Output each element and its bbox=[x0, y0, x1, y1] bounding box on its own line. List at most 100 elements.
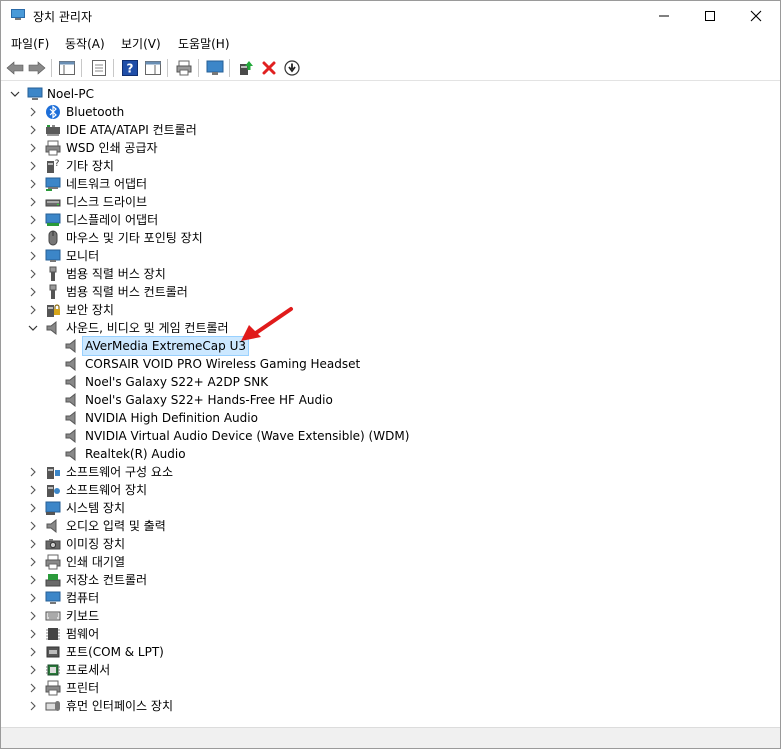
tree-device-row[interactable]: CORSAIR VOID PRO Wireless Gaming Headset bbox=[2, 355, 422, 373]
tree-category-row[interactable]: 범용 직렬 버스 장치 bbox=[2, 265, 402, 283]
tree-category-row[interactable]: 범용 직렬 버스 컨트롤러 bbox=[2, 283, 402, 301]
chevron-right-icon[interactable] bbox=[28, 683, 38, 693]
scan-hardware-button[interactable] bbox=[205, 58, 225, 78]
chevron-right-icon[interactable] bbox=[28, 179, 38, 189]
tree-device-row[interactable]: NVIDIA Virtual Audio Device (Wave Extens… bbox=[2, 427, 422, 445]
chevron-right-icon[interactable] bbox=[28, 467, 38, 477]
tree-category-row[interactable]: 프로세서 bbox=[2, 661, 402, 679]
tree-device-row[interactable]: Noel's Galaxy S22+ Hands-Free HF Audio bbox=[2, 391, 422, 409]
chevron-right-icon[interactable] bbox=[28, 197, 38, 207]
tree-category-row[interactable]: 펌웨어 bbox=[2, 625, 402, 643]
chevron-right-icon[interactable] bbox=[28, 269, 38, 279]
back-button[interactable] bbox=[5, 58, 25, 78]
tree-category-label: 펌웨어 bbox=[66, 627, 100, 641]
chevron-right-icon[interactable] bbox=[28, 629, 38, 639]
chevron-right-icon[interactable] bbox=[28, 305, 38, 315]
chevron-right-icon[interactable] bbox=[28, 557, 38, 567]
chevron-right-icon[interactable] bbox=[28, 593, 38, 603]
menu-view[interactable]: 보기(V) bbox=[121, 35, 161, 52]
usb-icon bbox=[45, 284, 61, 300]
chevron-right-icon[interactable] bbox=[28, 539, 38, 549]
toolbar-separator bbox=[81, 59, 82, 77]
chevron-right-icon[interactable] bbox=[28, 575, 38, 585]
tree-category-row[interactable]: 네트워크 어댑터 bbox=[2, 175, 402, 193]
tree-category-label: 네트워크 어댑터 bbox=[66, 177, 148, 191]
tree-category-row[interactable]: 인쇄 대기열 bbox=[2, 553, 402, 571]
tree-category-row[interactable]: 마우스 및 기타 포인팅 장치 bbox=[2, 229, 402, 247]
chevron-down-icon[interactable] bbox=[28, 323, 38, 333]
forward-button[interactable] bbox=[27, 58, 47, 78]
tree-category-row[interactable]: ? 기타 장치 bbox=[2, 157, 402, 175]
chevron-right-icon[interactable] bbox=[28, 521, 38, 531]
print-button[interactable] bbox=[174, 58, 194, 78]
chevron-down-icon[interactable] bbox=[10, 89, 20, 99]
chevron-right-icon[interactable] bbox=[28, 143, 38, 153]
tree-device-label: CORSAIR VOID PRO Wireless Gaming Headset bbox=[85, 357, 361, 371]
tree-category-row[interactable]: 오디오 입력 및 출력 bbox=[2, 517, 402, 535]
tree-device-row[interactable]: Realtek(R) Audio bbox=[2, 445, 422, 463]
chevron-right-icon[interactable] bbox=[28, 701, 38, 711]
software-device-icon bbox=[45, 482, 61, 498]
help-button[interactable]: ? bbox=[120, 58, 140, 78]
tree-category-row[interactable]: 포트(COM & LPT) bbox=[2, 643, 402, 661]
chevron-right-icon[interactable] bbox=[28, 233, 38, 243]
ide-controller-icon bbox=[45, 122, 61, 138]
maximize-icon bbox=[705, 11, 715, 21]
tree-category-label: 디스플레이 어댑터 bbox=[66, 213, 159, 227]
chevron-right-icon[interactable] bbox=[28, 611, 38, 621]
minimize-button[interactable] bbox=[641, 1, 687, 31]
action-pane-button[interactable] bbox=[143, 58, 163, 78]
chevron-right-icon[interactable] bbox=[28, 647, 38, 657]
tree-category-row[interactable]: 디스크 드라이브 bbox=[2, 193, 402, 211]
tree-category-row[interactable]: 휴먼 인터페이스 장치 bbox=[2, 697, 402, 715]
tree-category-row[interactable]: 모니터 bbox=[2, 247, 402, 265]
tree-device-row[interactable]: Noel's Galaxy S22+ A2DP SNK bbox=[2, 373, 422, 391]
tree-device-row[interactable]: NVIDIA High Definition Audio bbox=[2, 409, 422, 427]
menu-help[interactable]: 도움말(H) bbox=[178, 35, 230, 52]
chevron-right-icon[interactable] bbox=[28, 161, 38, 171]
chevron-right-icon[interactable] bbox=[28, 251, 38, 261]
tree-category-row[interactable]: 프린터 bbox=[2, 679, 402, 697]
chevron-right-icon[interactable] bbox=[28, 107, 38, 117]
tree-category-row[interactable]: Bluetooth bbox=[2, 103, 402, 121]
show-hide-console-tree-button[interactable] bbox=[57, 58, 77, 78]
chevron-right-icon[interactable] bbox=[28, 125, 38, 135]
display-adapter-icon bbox=[45, 212, 61, 228]
properties-button[interactable] bbox=[89, 58, 109, 78]
toolbar-separator bbox=[51, 59, 52, 77]
tree-category-row[interactable]: 사운드, 비디오 및 게임 컨트롤러 bbox=[2, 319, 402, 337]
scan-monitor-icon bbox=[206, 60, 224, 75]
tree-category-row[interactable]: WSD 인쇄 공급자 bbox=[2, 139, 402, 157]
close-button[interactable] bbox=[733, 1, 779, 31]
menu-file[interactable]: 파일(F) bbox=[11, 35, 49, 52]
tree-device-row[interactable]: AVerMedia ExtremeCap U3 bbox=[2, 336, 422, 356]
tree-category-label: 보안 장치 bbox=[66, 303, 114, 317]
tree-root-row[interactable]: Noel-PC bbox=[2, 85, 202, 103]
update-driver-button[interactable] bbox=[236, 58, 256, 78]
tree-category-row[interactable]: 시스템 장치 bbox=[2, 499, 402, 517]
tree-category-row[interactable]: 보안 장치 bbox=[2, 301, 402, 319]
chevron-right-icon[interactable] bbox=[28, 215, 38, 225]
chevron-right-icon[interactable] bbox=[28, 485, 38, 495]
tree-category-row[interactable]: 저장소 컨트롤러 bbox=[2, 571, 402, 589]
chevron-right-icon[interactable] bbox=[28, 665, 38, 675]
tree-category-label: 키보드 bbox=[66, 609, 100, 623]
speaker-icon bbox=[64, 446, 80, 462]
tree-category-row[interactable]: 컴퓨터 bbox=[2, 589, 402, 607]
chevron-right-icon[interactable] bbox=[28, 287, 38, 297]
device-tree[interactable]: Noel-PC Bluetooth IDE ATA/ATAPI 컨트롤러 WSD 인… bbox=[2, 83, 779, 723]
maximize-button[interactable] bbox=[687, 1, 733, 31]
tree-category-row[interactable]: 소프트웨어 구성 요소 bbox=[2, 463, 402, 481]
tree-category-row[interactable]: 소프트웨어 장치 bbox=[2, 481, 402, 499]
tree-category-row[interactable]: IDE ATA/ATAPI 컨트롤러 bbox=[2, 121, 402, 139]
menu-action[interactable]: 동작(A) bbox=[65, 35, 105, 52]
tree-category-row[interactable]: 키보드 bbox=[2, 607, 402, 625]
tree-category-row[interactable]: 디스플레이 어댑터 bbox=[2, 211, 402, 229]
console-tree-icon bbox=[59, 61, 75, 75]
speaker-icon bbox=[45, 518, 61, 534]
disable-device-button[interactable] bbox=[282, 58, 302, 78]
tree-device-label: Noel's Galaxy S22+ A2DP SNK bbox=[85, 375, 269, 389]
chevron-right-icon[interactable] bbox=[28, 503, 38, 513]
tree-category-row[interactable]: 이미징 장치 bbox=[2, 535, 402, 553]
uninstall-device-button[interactable] bbox=[259, 58, 279, 78]
